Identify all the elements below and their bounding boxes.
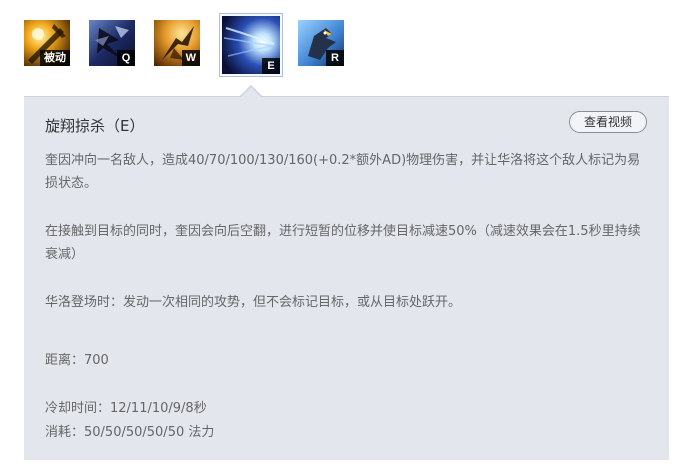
skill-description-paragraph: 在接触到目标的同时，奎因会向后空翻，进行短暂的位移并使目标减速50%（减速效果会…	[45, 224, 641, 262]
skill-cooldown: 冷却时间：12/11/10/9/8秒	[45, 401, 207, 416]
skill-title: 旋翔掠杀（E）	[45, 117, 145, 135]
skill-key-label: 被动	[40, 50, 70, 66]
skill-passive[interactable]: 被动	[24, 20, 70, 66]
skill-key-label: Q	[117, 50, 135, 66]
skill-range: 距离：700	[45, 353, 109, 368]
skill-info-panel: 旋翔掠杀（E） 查看视频 奎因冲向一名敌人，造成40/70/100/130/16…	[24, 96, 669, 460]
skill-r[interactable]: R	[298, 20, 344, 66]
skill-key-label: E	[262, 58, 280, 74]
panel-pointer-fill	[240, 87, 262, 98]
skill-cost: 消耗：50/50/50/50/50 法力	[45, 425, 215, 440]
skill-bar: 被动 Q W E R	[0, 0, 683, 100]
skill-w[interactable]: W	[154, 20, 200, 66]
skill-description-paragraph: 华洛登场时：发动一次相同的攻势，但不会标记目标，或从目标处跃开。	[45, 295, 462, 310]
view-video-button[interactable]: 查看视频	[569, 111, 647, 133]
skill-e-selected[interactable]: E	[219, 13, 283, 77]
skill-description-paragraph: 奎因冲向一名敌人，造成40/70/100/130/160(+0.2*额外AD)物…	[45, 153, 641, 191]
skill-q[interactable]: Q	[89, 20, 135, 66]
skill-key-label: R	[326, 50, 344, 66]
skill-key-label: W	[181, 50, 200, 66]
